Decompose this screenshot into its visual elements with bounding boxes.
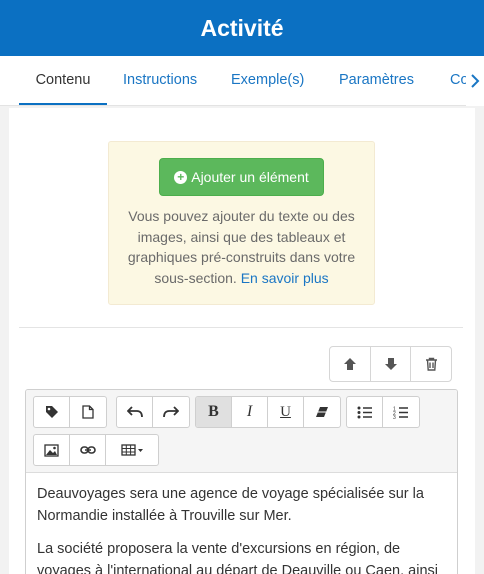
- tab-parametres[interactable]: Paramètres: [339, 56, 414, 105]
- content-panel: + Ajouter un élément Vous pouvez ajouter…: [9, 108, 475, 574]
- info-box: + Ajouter un élément Vous pouvez ajouter…: [108, 141, 375, 305]
- editor-paragraph: La société proposera la vente d'excursio…: [37, 541, 438, 574]
- arrow-down-icon: [384, 358, 397, 370]
- redo-button[interactable]: [153, 397, 189, 427]
- bold-icon: B: [208, 403, 219, 420]
- underline-button[interactable]: U: [268, 397, 304, 427]
- editor-paragraph: Deauvoyages sera une agence de voyage sp…: [37, 486, 424, 524]
- image-icon: [44, 443, 59, 457]
- tab-instructions[interactable]: Instructions: [123, 56, 197, 105]
- underline-icon: U: [280, 403, 291, 420]
- rich-text-editor: B I U 123 Deauvoyages sera une agence de…: [25, 389, 458, 574]
- move-up-button[interactable]: [330, 347, 371, 381]
- block-actions: [329, 346, 452, 382]
- toolbar-group-history: [116, 396, 190, 428]
- tag-icon: [45, 406, 58, 418]
- trash-icon: [425, 357, 437, 371]
- eraser-icon: [316, 407, 328, 417]
- divider: [19, 327, 463, 328]
- insert-table-button[interactable]: [106, 435, 158, 465]
- numbered-list-icon: 123: [393, 406, 408, 419]
- svg-text:3: 3: [393, 415, 396, 419]
- file-icon: [82, 405, 94, 419]
- tab-contenu[interactable]: Contenu: [19, 56, 107, 105]
- bulleted-list-icon: [357, 406, 372, 418]
- add-element-label: Ajouter un élément: [191, 169, 309, 185]
- plus-circle-icon: +: [174, 170, 188, 184]
- bold-button[interactable]: B: [196, 397, 232, 427]
- link-icon: [79, 446, 96, 454]
- move-down-button[interactable]: [371, 347, 412, 381]
- page-title: Activité: [200, 14, 284, 41]
- document-button[interactable]: [70, 397, 106, 427]
- insert-link-button[interactable]: [70, 435, 106, 465]
- delete-button[interactable]: [411, 347, 451, 381]
- italic-button[interactable]: I: [232, 397, 268, 427]
- info-text: Vous pouvez ajouter du texte ou des imag…: [119, 206, 364, 288]
- tag-button[interactable]: [34, 397, 70, 427]
- add-element-button[interactable]: + Ajouter un élément: [159, 158, 324, 196]
- learn-more-link[interactable]: En savoir plus: [241, 270, 329, 286]
- toolbar-group-format: B I U: [195, 396, 341, 428]
- toolbar-group-misc: [33, 396, 107, 428]
- chevron-right-icon[interactable]: [466, 56, 484, 106]
- undo-icon: [126, 406, 143, 418]
- app-header: Activité: [0, 0, 484, 56]
- redo-icon: [163, 406, 179, 418]
- arrow-up-icon: [343, 358, 356, 370]
- table-icon: [121, 444, 143, 456]
- editor-toolbar: B I U 123: [26, 390, 457, 473]
- bullet-list-button[interactable]: [347, 397, 383, 427]
- insert-image-button[interactable]: [34, 435, 70, 465]
- numbered-list-button[interactable]: 123: [383, 397, 419, 427]
- clear-format-button[interactable]: [304, 397, 340, 427]
- tab-bar: Contenu Instructions Exemple(s) Paramètr…: [0, 56, 484, 106]
- tab-exemples[interactable]: Exemple(s): [231, 56, 304, 105]
- undo-button[interactable]: [117, 397, 153, 427]
- toolbar-group-insert: [33, 434, 159, 466]
- italic-icon: I: [246, 403, 253, 420]
- toolbar-group-lists: 123: [346, 396, 420, 428]
- editor-content[interactable]: Deauvoyages sera une agence de voyage sp…: [37, 483, 447, 574]
